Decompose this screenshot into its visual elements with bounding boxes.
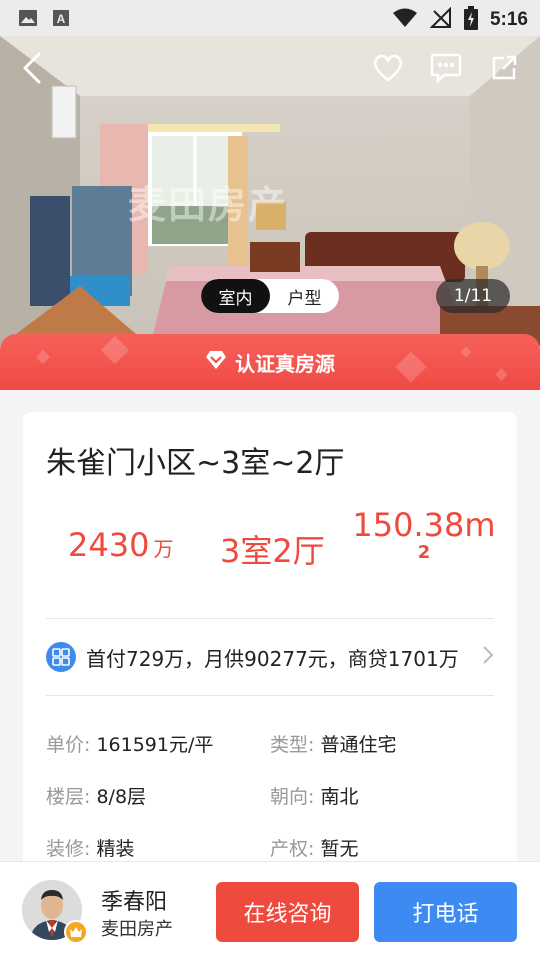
heart-icon[interactable] [368, 48, 408, 88]
listing-card: 朱雀门小区~3室~2厅 2430 万 3室2厅 150.38m 2 首付729万，… [23, 412, 517, 882]
agent-contact-bar: 季春阳 麦田房产 在线咨询 打电话 [0, 861, 540, 960]
online-consult-button[interactable]: 在线咨询 [216, 882, 359, 942]
banner-label: 认证真房源 [235, 351, 335, 376]
listing-title: 朱雀门小区~3室~2厅 [46, 446, 345, 481]
layout-value: 3室2厅 [220, 532, 325, 570]
calculator-icon [46, 642, 76, 672]
layout-stat: 3室2厅 [220, 526, 325, 572]
detail-type: 类型: 普通住宅 [270, 734, 397, 756]
diamond-icon [205, 350, 227, 375]
mortgage-summary-row[interactable]: 首付729万，月供90277元，商贷1701万 [46, 640, 494, 674]
area-value: 150.38m [352, 506, 496, 544]
price-stat: 2430 万 [68, 526, 173, 564]
photo-counter: 1/11 [436, 279, 510, 313]
house-detail-screen: A 5:16 麦田房产 室内 户型 1/11 认证真房源 朱雀门小区~3室~2厅… [0, 0, 540, 960]
mortgage-summary-text: 首付729万，月供90277元，商贷1701万 [86, 646, 459, 671]
share-icon[interactable] [484, 48, 524, 88]
tab-floor-plan[interactable]: 户型 [270, 279, 339, 313]
agent-badge-icon [64, 920, 88, 944]
back-arrow-icon[interactable] [12, 48, 52, 88]
detail-decoration: 装修: 精装 [46, 838, 135, 860]
clock-time: 5:16 [489, 9, 528, 30]
chevron-right-icon [482, 645, 494, 669]
photo-toolbar [0, 36, 540, 100]
text-a-icon: A [52, 9, 70, 31]
svg-text:A: A [57, 12, 66, 26]
chat-icon[interactable] [426, 48, 466, 88]
tab-interior[interactable]: 室内 [201, 279, 270, 313]
no-signal-icon [429, 6, 452, 33]
verified-listing-banner: 认证真房源 [0, 334, 540, 390]
battery-charging-icon [463, 6, 478, 34]
price-unit: 万 [153, 537, 174, 561]
divider [46, 695, 494, 696]
house-photo-gallery[interactable]: 麦田房产 室内 户型 1/11 [0, 36, 540, 346]
key-stats: 2430 万 3室2厅 150.38m 2 [23, 506, 517, 588]
photo-type-toggle: 室内 户型 [201, 279, 339, 313]
status-bar: A 5:16 [0, 0, 540, 36]
call-button[interactable]: 打电话 [374, 882, 517, 942]
detail-ownership: 产权: 暂无 [270, 838, 359, 860]
agent-name: 季春阳 [101, 890, 168, 915]
agent-company: 麦田房产 [101, 919, 173, 940]
area-stat: 150.38m 2 [349, 506, 499, 562]
detail-floor: 楼层: 8/8层 [46, 786, 147, 808]
area-superscript: 2 [417, 542, 431, 563]
divider [46, 618, 494, 619]
image-icon [18, 9, 38, 31]
price-value: 2430 [68, 526, 150, 564]
wifi-icon [392, 7, 418, 33]
photo-watermark: 麦田房产 [128, 183, 289, 227]
detail-unit-price: 单价: 161591元/平 [46, 734, 214, 756]
detail-orientation: 朝向: 南北 [270, 786, 359, 808]
